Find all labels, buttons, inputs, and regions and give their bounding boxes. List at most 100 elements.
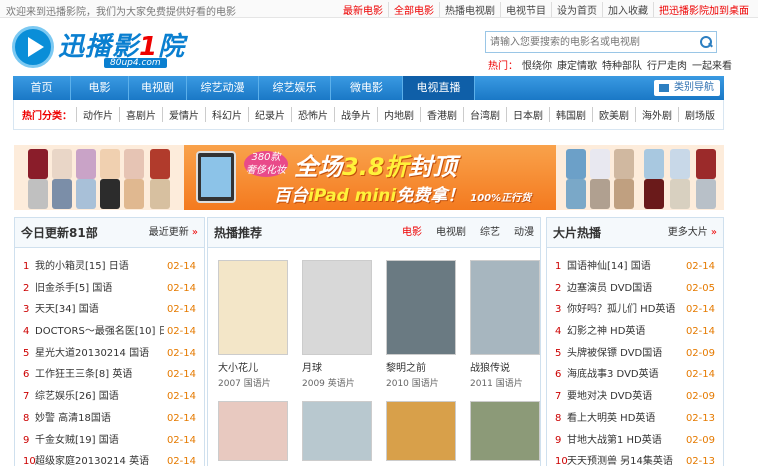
more-link[interactable]: 最近更新: [149, 218, 198, 248]
more-link[interactable]: 更多大片: [668, 218, 717, 248]
list-item[interactable]: 1 我的小箱灵[15] 日语 02-14: [15, 256, 204, 278]
cosmetic-product-image: [644, 149, 664, 179]
movie-card[interactable]: 黎明之前 2010 国语片: [386, 260, 456, 389]
movie-title[interactable]: 战狼传说: [470, 359, 540, 374]
category-link[interactable]: 喜剧片: [119, 107, 162, 122]
top-link-desktop[interactable]: 把迅播影院加到桌面: [653, 2, 754, 17]
movie-poster[interactable]: [470, 260, 540, 355]
top-link-latest[interactable]: 最新电影: [338, 2, 388, 17]
movie-poster[interactable]: [218, 401, 288, 461]
top-link-all[interactable]: 全部电影: [388, 2, 439, 17]
movie-card[interactable]: [386, 401, 456, 461]
top-link-favorite[interactable]: 加入收藏: [602, 2, 653, 17]
panel-header: 热播推荐 电影 电视剧 综艺 动漫: [208, 218, 540, 248]
movie-title[interactable]: 大小花儿: [218, 359, 288, 374]
movie-card[interactable]: 大小花儿 2007 国语片: [218, 260, 288, 389]
panel-title: 大片热播: [553, 226, 602, 240]
list-item[interactable]: 2 边塞演员 DVD国语 02-05: [547, 278, 723, 300]
search-input[interactable]: [486, 32, 686, 52]
movie-poster[interactable]: [302, 260, 372, 355]
list-item[interactable]: 6 海底战事3 DVD英语 02-14: [547, 364, 723, 386]
list-item[interactable]: 6 工作狂王三条[8] 英语 02-14: [15, 364, 204, 386]
movie-poster[interactable]: [218, 260, 288, 355]
promo-headline: 全场3.8折封顶: [294, 153, 457, 181]
nav-item-variety[interactable]: 综艺娱乐: [259, 76, 331, 100]
list-item[interactable]: 8 看上大明英 HD英语 02-13: [547, 408, 723, 430]
category-link[interactable]: 动作片: [76, 107, 119, 122]
list-item[interactable]: 10 天天预测兽 另14集英语 02-13: [547, 451, 723, 466]
top-links: 最新电影 全部电影 热播电视剧 电视节目 设为首页 加入收藏 把迅播影院加到桌面: [338, 2, 754, 17]
movie-poster[interactable]: [302, 401, 372, 461]
tab-variety[interactable]: 综艺: [480, 218, 500, 248]
category-link[interactable]: 内地剧: [377, 107, 420, 122]
category-link[interactable]: 战争片: [334, 107, 377, 122]
movie-poster[interactable]: [386, 260, 456, 355]
cosmetic-product-image: [124, 179, 144, 209]
list-item[interactable]: 5 头牌被保镖 DVD国语 02-09: [547, 343, 723, 365]
hot-keyword[interactable]: 恨绕你: [522, 57, 552, 72]
hot-keyword[interactable]: 特种部队: [602, 57, 642, 72]
movie-card[interactable]: [470, 401, 540, 461]
category-link[interactable]: 日本剧: [506, 107, 549, 122]
list-item[interactable]: 9 千金女贼[19] 国语 02-14: [15, 430, 204, 452]
nav-item-tv[interactable]: 电视剧: [129, 76, 187, 100]
category-link[interactable]: 科幻片: [205, 107, 248, 122]
nav-item-home[interactable]: 首页: [13, 76, 71, 100]
category-link[interactable]: 海外剧: [635, 107, 678, 122]
list-item[interactable]: 4 幻影之神 HD英语 02-14: [547, 321, 723, 343]
movie-card[interactable]: 战狼传说 2011 国语片: [470, 260, 540, 389]
nav-item-micro-film[interactable]: 微电影: [331, 76, 403, 100]
welcome-text: 欢迎来到迅播影院，我们为大家免费提供好看的电影: [6, 7, 236, 18]
search-icon[interactable]: [699, 35, 713, 49]
list-item[interactable]: 7 综艺娱乐[26] 国语 02-14: [15, 386, 204, 408]
list-item[interactable]: 3 你好吗？孤儿们 HD英语 02-14: [547, 299, 723, 321]
movie-title[interactable]: 黎明之前: [386, 359, 456, 374]
logo-domain: 80up4.com: [104, 58, 167, 68]
movie-poster[interactable]: [470, 401, 540, 461]
category-link[interactable]: 欧美剧: [592, 107, 635, 122]
list-item[interactable]: 5 星光大道20130214 国语 02-14: [15, 343, 204, 365]
nav-item-anime[interactable]: 综艺动漫: [187, 76, 259, 100]
top-link-tv-programs[interactable]: 电视节目: [500, 2, 551, 17]
nav-item-live[interactable]: 电视直播: [403, 76, 475, 100]
cosmetic-product-image: [150, 179, 170, 209]
ad-banner[interactable]: 380款 奢侈化妆 全场3.8折封顶 百台iPad mini免费拿！ 100%正行货: [14, 145, 724, 210]
tab-anime[interactable]: 动漫: [514, 218, 534, 248]
category-link[interactable]: 剧场版: [678, 107, 721, 122]
list-item[interactable]: 8 妙警 高清18国语 02-14: [15, 408, 204, 430]
update-list: 1 我的小箱灵[15] 日语 02-14 2 旧金杀手[5] 国语 02-14 3 天天[…: [15, 248, 204, 466]
list-item[interactable]: 1 国语神仙[14] 国语 02-14: [547, 256, 723, 278]
category-link[interactable]: 恐怖片: [291, 107, 334, 122]
list-item[interactable]: 9 甘地大战第1 HD英语 02-09: [547, 430, 723, 452]
list-item[interactable]: 3 天天[34] 国语 02-14: [15, 299, 204, 321]
category-link[interactable]: 纪录片: [248, 107, 291, 122]
top-link-tv[interactable]: 热播电视剧: [439, 2, 500, 17]
cosmetic-product-image: [76, 179, 96, 209]
nav-item-movies[interactable]: 电影: [71, 76, 129, 100]
movie-title[interactable]: 月球: [302, 359, 372, 374]
hot-keyword[interactable]: 行尸走肉: [647, 57, 687, 72]
tab-movies[interactable]: 电影: [402, 218, 422, 248]
list-item[interactable]: 4DOCTORS～最强名医[10] 日语02-14: [15, 321, 204, 343]
top-link-homepage[interactable]: 设为首页: [551, 2, 602, 17]
category-link[interactable]: 香港剧: [420, 107, 463, 122]
tab-tv[interactable]: 电视剧: [436, 218, 466, 248]
movie-poster[interactable]: [386, 401, 456, 461]
category-link[interactable]: 韩国剧: [549, 107, 592, 122]
play-icon: [12, 26, 54, 68]
hot-keyword[interactable]: 一起来看: [692, 57, 732, 72]
movie-card[interactable]: [302, 401, 372, 461]
list-item[interactable]: 2 旧金杀手[5] 国语 02-14: [15, 278, 204, 300]
category-menu-button[interactable]: 类别导航: [654, 80, 720, 96]
list-item[interactable]: 10 超级家庭20130214 英语 02-14: [15, 451, 204, 466]
cosmetic-product-image: [76, 149, 96, 179]
cosmetic-product-image: [566, 149, 586, 179]
category-link[interactable]: 台湾剧: [463, 107, 506, 122]
movie-card[interactable]: [218, 401, 288, 461]
movie-card[interactable]: 月球 2009 英语片: [302, 260, 372, 389]
site-logo[interactable]: 迅播影1院 80up4.com: [12, 24, 202, 70]
hot-keyword[interactable]: 康定情歌: [557, 57, 597, 72]
category-link[interactable]: 爱情片: [162, 107, 205, 122]
list-item[interactable]: 7 要地对决 DVD英语 02-09: [547, 386, 723, 408]
promo-subline: 百台iPad mini免费拿！ 100%正行货: [274, 186, 532, 206]
